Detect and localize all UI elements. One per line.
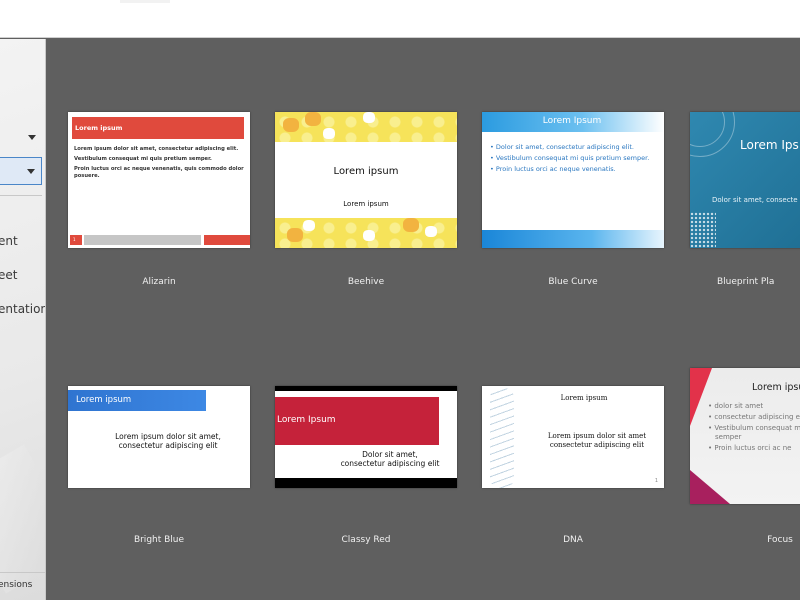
template-thumbnail: Lorem Ipsum Dolor sit amet, consectetur … — [482, 112, 664, 248]
title-bar: Lorem Ipsum — [482, 112, 664, 132]
thumbnail-title: Lorem ipsum — [333, 166, 399, 177]
thumbnail-subtitle: Lorem ipsum — [343, 200, 389, 208]
thumbnail-title: Lorem Ips — [740, 138, 799, 152]
template-thumbnail: Lorem ipsum Lorem ipsum — [275, 112, 457, 248]
page-number: 1 — [73, 237, 76, 242]
list-item: Proin luctus orci ac ne — [708, 444, 800, 453]
filter-dropdown[interactable] — [0, 124, 42, 152]
sidebar-divider — [0, 195, 42, 196]
thumbnail-title: Lorem Ipsum — [542, 116, 602, 126]
title-bar: Lorem ipsum — [72, 117, 244, 139]
thumbnail-body: Lorem ipsum dolor sit amet consectetur a… — [522, 432, 664, 450]
footer-accent: 1 — [70, 235, 82, 245]
thumbnail-line: Lorem ipsum dolor sit amet, — [115, 432, 221, 441]
thumbnail-line: Vestibulum consequat mi quis pretium sem… — [74, 156, 212, 162]
thumbnail-line: consectetur adipiscing elit — [549, 441, 645, 449]
thumbnail-title: Lorem Ipsum — [277, 415, 336, 425]
template-name: DNA — [563, 535, 583, 545]
accent-triangle — [690, 470, 730, 504]
thumbnail-line: consectetur adipiscing elit — [118, 441, 218, 450]
template-name: Beehive — [347, 277, 385, 287]
extensions-link[interactable]: ensions — [0, 580, 32, 590]
template-name: Alizarin — [142, 277, 176, 287]
chevron-down-icon — [28, 135, 36, 140]
list-item: semper — [715, 433, 742, 441]
sidebar-item-document[interactable]: ent — [0, 234, 18, 248]
hexagon-shape — [363, 230, 375, 241]
thumbnail-body: Dolor sit amet, consectetur adipiscing e… — [325, 450, 455, 468]
thumbnail-title: Lorem ipsu — [752, 382, 800, 393]
window-top-bar — [0, 0, 800, 38]
hexagon-shape — [305, 112, 321, 126]
dna-helix-graphic — [490, 388, 514, 488]
template-thumbnail: Lorem ipsu dolor sit amet consectetur ad… — [690, 368, 800, 504]
sidebar-item-presentation[interactable]: entation — [0, 302, 45, 316]
template-name: Blue Curve — [548, 277, 598, 287]
list-item: consectetur adipiscing e — [708, 413, 800, 422]
title-bar: Lorem Ipsum — [275, 397, 439, 445]
template-thumbnail: Lorem ipsum Lorem ipsum dolor sit amet, … — [68, 386, 250, 488]
page-number: 1 — [654, 478, 658, 484]
footer-curve — [482, 230, 664, 248]
list-item: Vestibulum consequat mi quis pretium sem… — [490, 153, 649, 164]
hexagon-shape — [287, 228, 303, 242]
category-dropdown[interactable] — [0, 157, 42, 185]
template-name: Blueprint Pla — [717, 277, 775, 287]
bullet-list: dolor sit amet consectetur adipiscing e … — [708, 402, 800, 455]
thumbnail-subtitle: Dolor sit amet, consecte — [712, 196, 798, 204]
thumbnail-title: Lorem ipsum — [76, 395, 132, 405]
thumbnail-line: consectetur adipiscing elit — [340, 459, 440, 468]
template-name: Classy Red — [341, 535, 391, 545]
thumbnail-body: Lorem ipsum dolor sit amet, consectetur … — [98, 432, 238, 450]
thumbnail-line: Proin luctus orci ac neque venenatis, qu… — [74, 166, 244, 179]
hexagon-shape — [303, 220, 315, 231]
template-name: Bright Blue — [133, 535, 185, 545]
list-item: Dolor sit amet, consectetur adipiscing e… — [490, 142, 649, 153]
thumbnail-line: Dolor sit amet, — [362, 450, 418, 459]
thumbnail-body: Lorem ipsum dolor sit amet, consectetur … — [74, 146, 244, 183]
title-bar: Lorem ipsum — [68, 390, 206, 411]
template-thumbnail: Lorem ipsum Lorem ipsum dolor sit amet, … — [68, 112, 250, 248]
top-border — [275, 386, 457, 391]
hexagon-shape — [363, 112, 375, 123]
sidebar: ent eet entation ensions — [0, 39, 46, 600]
list-item: dolor sit amet — [708, 402, 800, 411]
bottom-border — [275, 478, 457, 488]
footer-bar — [84, 235, 201, 245]
template-thumbnail: Lorem Ips Dolor sit amet, consecte — [690, 112, 800, 248]
tab-indicator — [120, 0, 170, 3]
chevron-down-icon — [27, 169, 35, 174]
footer-accent — [204, 235, 250, 245]
hexagon-shape — [403, 218, 419, 232]
sidebar-divider — [0, 572, 45, 573]
hexagon-shape — [283, 118, 299, 132]
list-item: Vestibulum consequat m — [708, 424, 800, 433]
thumbnail-title: Lorem ipsum — [560, 394, 608, 402]
thumbnail-line: Lorem ipsum dolor sit amet, consectetur … — [74, 146, 239, 152]
blueprint-dots — [690, 212, 716, 248]
template-thumbnail: Lorem ipsum Lorem ipsum dolor sit amet c… — [482, 386, 664, 488]
hexagon-shape — [323, 128, 335, 139]
template-name: Focus — [767, 535, 793, 545]
bullet-list: Dolor sit amet, consectetur adipiscing e… — [490, 142, 649, 175]
sidebar-item-spreadsheet[interactable]: eet — [0, 268, 17, 282]
list-item: Proin luctus orci ac neque venenatis. — [490, 164, 649, 175]
thumbnail-line: Lorem ipsum dolor sit amet — [547, 432, 647, 440]
thumbnail-title: Lorem ipsum — [75, 124, 123, 132]
hexagon-shape — [425, 226, 437, 237]
template-thumbnail: Lorem Ipsum Dolor sit amet, consectetur … — [275, 386, 457, 488]
